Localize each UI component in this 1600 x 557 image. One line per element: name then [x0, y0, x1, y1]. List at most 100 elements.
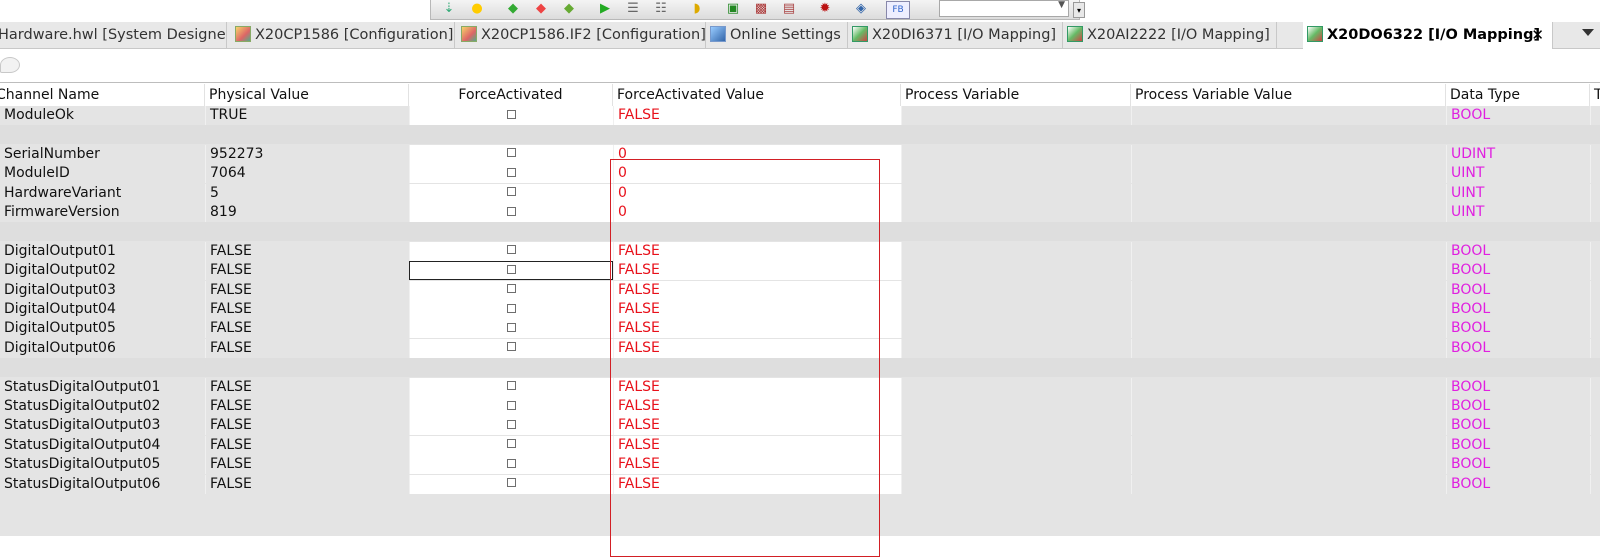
- force-activated-checkbox[interactable]: [507, 400, 516, 410]
- task-cell[interactable]: [1590, 203, 1600, 222]
- channel-name-cell[interactable]: DigitalOutput02: [0, 261, 205, 281]
- list-arrow-icon[interactable]: ☷: [653, 1, 669, 17]
- table-row[interactable]: DigitalOutput03 FALSE FALSE BOOL: [0, 280, 1600, 300]
- process-variable-cell[interactable]: [901, 203, 1131, 222]
- toolbar-combo[interactable]: ▼: [939, 0, 1069, 17]
- process-variable-value-cell[interactable]: [1131, 300, 1446, 319]
- table-row[interactable]: ModuleOk TRUE FALSE BOOL: [0, 106, 1600, 125]
- data-type-cell[interactable]: UDINT: [1446, 144, 1590, 164]
- data-type-cell[interactable]: BOOL: [1446, 397, 1590, 416]
- task-cell[interactable]: [1590, 377, 1600, 397]
- column-header-force-activated[interactable]: ForceActivated: [409, 84, 613, 106]
- channel-name-cell[interactable]: ModuleID: [0, 164, 205, 184]
- process-variable-cell[interactable]: [901, 106, 1131, 125]
- process-variable-value-cell[interactable]: [1131, 338, 1446, 358]
- bulb-icon[interactable]: ●: [469, 1, 485, 17]
- process-variable-cell[interactable]: [901, 241, 1131, 261]
- force-activated-checkbox[interactable]: [507, 342, 516, 352]
- process-variable-value-cell[interactable]: [1131, 280, 1446, 300]
- task-cell[interactable]: [1590, 183, 1600, 203]
- task-cell[interactable]: [1590, 144, 1600, 164]
- process-variable-cell[interactable]: [901, 261, 1131, 281]
- force-activated-value-cell[interactable]: FALSE: [613, 435, 901, 455]
- force-activated-value-cell[interactable]: FALSE: [613, 377, 901, 397]
- diamond-mixed-icon[interactable]: ◆: [561, 1, 577, 17]
- physical-value-cell[interactable]: FALSE: [205, 455, 409, 475]
- column-header-process-variable[interactable]: Process Variable: [901, 84, 1131, 106]
- process-variable-cell[interactable]: [901, 338, 1131, 358]
- process-variable-value-cell[interactable]: [1131, 397, 1446, 416]
- force-activated-cell[interactable]: [409, 144, 613, 164]
- channel-name-cell[interactable]: StatusDigitalOutput05: [0, 455, 205, 475]
- force-activated-value-cell[interactable]: FALSE: [613, 261, 901, 281]
- tab-x20cp1586-configuration[interactable]: X20CP1586 [Configuration]: [231, 22, 455, 49]
- data-type-cell[interactable]: BOOL: [1446, 338, 1590, 358]
- data-type-cell[interactable]: BOOL: [1446, 241, 1590, 261]
- table-row[interactable]: HardwareVariant 5 0 UINT: [0, 183, 1600, 203]
- process-variable-value-cell[interactable]: [1131, 164, 1446, 184]
- physical-value-cell[interactable]: FALSE: [205, 241, 409, 261]
- force-activated-checkbox[interactable]: [507, 284, 516, 294]
- force-activated-cell[interactable]: [409, 280, 613, 300]
- table-row[interactable]: DigitalOutput04 FALSE FALSE BOOL: [0, 300, 1600, 319]
- process-variable-cell[interactable]: [901, 416, 1131, 436]
- table-row[interactable]: StatusDigitalOutput01 FALSE FALSE BOOL: [0, 377, 1600, 397]
- force-activated-checkbox[interactable]: [507, 478, 516, 488]
- task-cell[interactable]: [1590, 280, 1600, 300]
- task-cell[interactable]: [1590, 416, 1600, 436]
- physical-value-cell[interactable]: TRUE: [205, 106, 409, 125]
- force-activated-value-cell[interactable]: FALSE: [613, 455, 901, 475]
- force-activated-value-cell[interactable]: FALSE: [613, 397, 901, 416]
- process-variable-cell[interactable]: [901, 455, 1131, 475]
- physical-value-cell[interactable]: FALSE: [205, 338, 409, 358]
- diamond-green-icon[interactable]: ◆: [505, 1, 521, 17]
- force-activated-cell[interactable]: [409, 474, 613, 494]
- physical-value-cell[interactable]: 952273: [205, 144, 409, 164]
- tab-x20ai2222-io-mapping[interactable]: X20AI2222 [I/O Mapping]: [1063, 22, 1277, 49]
- tab-hardware[interactable]: Hardware.hwl [System Designer]: [0, 22, 227, 49]
- task-cell[interactable]: [1590, 474, 1600, 494]
- table-row[interactable]: DigitalOutput06 FALSE FALSE BOOL: [0, 338, 1600, 358]
- column-header-channel-name[interactable]: Channel Name: [0, 84, 205, 106]
- process-variable-cell[interactable]: [901, 435, 1131, 455]
- force-activated-cell[interactable]: [409, 106, 613, 125]
- data-type-cell[interactable]: UINT: [1446, 203, 1590, 222]
- force-activated-cell[interactable]: [409, 435, 613, 455]
- table-row[interactable]: DigitalOutput05 FALSE FALSE BOOL: [0, 319, 1600, 339]
- physical-value-cell[interactable]: FALSE: [205, 377, 409, 397]
- channel-name-cell[interactable]: StatusDigitalOutput01: [0, 377, 205, 397]
- force-activated-checkbox[interactable]: [507, 264, 516, 274]
- force-activated-checkbox[interactable]: [507, 439, 516, 449]
- task-cell[interactable]: [1590, 455, 1600, 475]
- process-variable-value-cell[interactable]: [1131, 106, 1446, 125]
- physical-value-cell[interactable]: 5: [205, 183, 409, 203]
- toolbar-overflow-icon[interactable]: ▾: [1073, 2, 1085, 18]
- process-variable-value-cell[interactable]: [1131, 377, 1446, 397]
- process-variable-value-cell[interactable]: [1131, 455, 1446, 475]
- column-header-force-activated-value[interactable]: ForceActivated Value: [613, 84, 901, 106]
- channel-name-cell[interactable]: ModuleOk: [0, 106, 205, 125]
- channel-name-cell[interactable]: DigitalOutput04: [0, 300, 205, 319]
- channel-name-cell[interactable]: StatusDigitalOutput02: [0, 397, 205, 416]
- force-activated-cell[interactable]: [409, 164, 613, 184]
- data-type-cell[interactable]: BOOL: [1446, 377, 1590, 397]
- data-type-cell[interactable]: BOOL: [1446, 300, 1590, 319]
- physical-value-cell[interactable]: FALSE: [205, 261, 409, 281]
- force-activated-value-cell[interactable]: FALSE: [613, 280, 901, 300]
- table-row[interactable]: DigitalOutput02 FALSE FALSE BOOL: [0, 261, 1600, 281]
- task-cell[interactable]: [1590, 435, 1600, 455]
- force-activated-value-cell[interactable]: FALSE: [613, 319, 901, 339]
- tab-x20cp1586-if2-configuration[interactable]: X20CP1586.IF2 [Configuration]: [457, 22, 706, 49]
- process-variable-value-cell[interactable]: [1131, 474, 1446, 494]
- process-variable-value-cell[interactable]: [1131, 241, 1446, 261]
- tab-x20di6371-io-mapping[interactable]: X20DI6371 [I/O Mapping]: [848, 22, 1063, 49]
- force-activated-checkbox[interactable]: [507, 458, 516, 468]
- force-activated-value-cell[interactable]: FALSE: [613, 416, 901, 436]
- physical-value-cell[interactable]: 7064: [205, 164, 409, 184]
- play-icon[interactable]: ▶: [597, 1, 613, 17]
- table-row[interactable]: StatusDigitalOutput03 FALSE FALSE BOOL: [0, 416, 1600, 436]
- physical-value-cell[interactable]: FALSE: [205, 474, 409, 494]
- data-type-cell[interactable]: BOOL: [1446, 455, 1590, 475]
- process-variable-cell[interactable]: [901, 183, 1131, 203]
- force-activated-checkbox[interactable]: [507, 206, 516, 216]
